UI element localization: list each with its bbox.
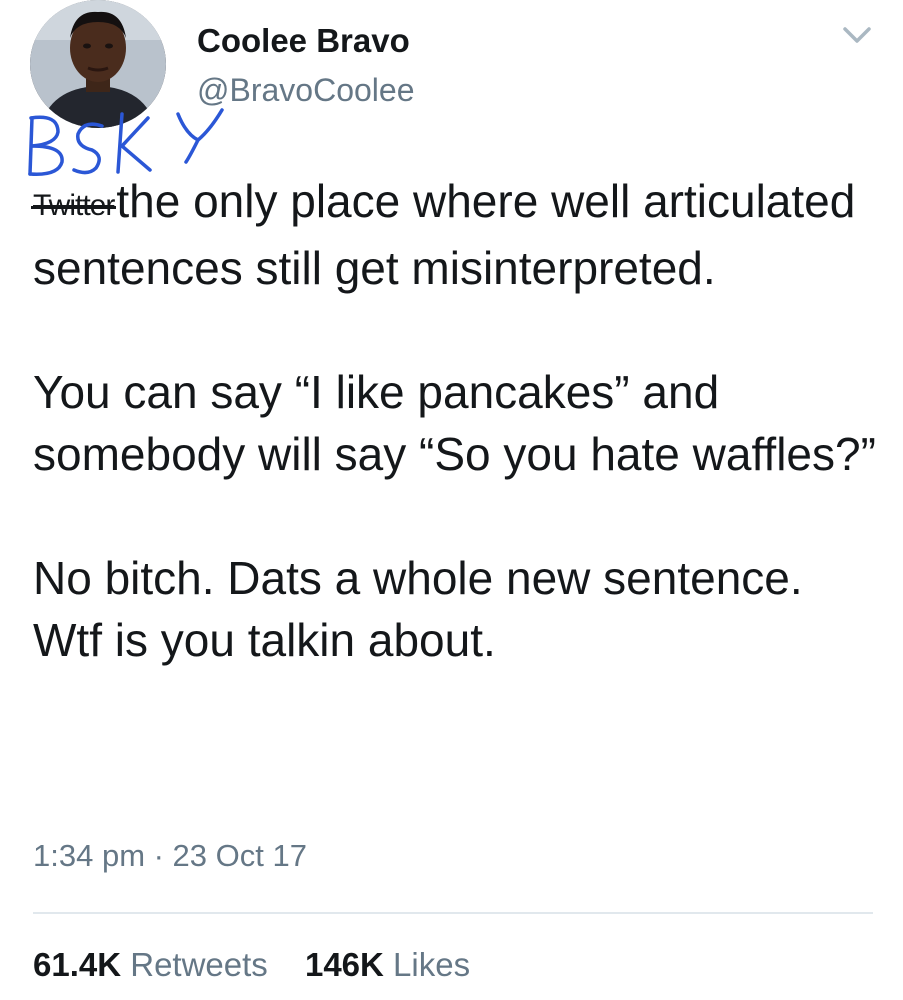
struck-out-word: Twitter xyxy=(30,175,117,237)
tweet-paragraph: Twitterthe only place where well articul… xyxy=(30,170,878,299)
tweet-paragraph: No bitch. Dats a whole new sentence. Wtf… xyxy=(33,552,803,666)
tweet-text: Twitterthe only place where well articul… xyxy=(30,170,878,671)
divider xyxy=(33,912,873,914)
tweet-paragraph-text: the only place where well articulated se… xyxy=(33,175,856,294)
retweets-stat[interactable]: 61.4K Retweets xyxy=(33,946,268,984)
chevron-down-icon[interactable] xyxy=(842,24,872,46)
display-name[interactable]: Coolee Bravo xyxy=(197,22,410,60)
tweet-stats: 61.4K Retweets 146K Likes xyxy=(33,946,498,984)
likes-stat[interactable]: 146K Likes xyxy=(305,946,470,984)
retweets-count: 61.4K xyxy=(33,946,122,983)
likes-count: 146K xyxy=(304,946,384,983)
tweet-timestamp[interactable]: 1:34 pm · 23 Oct 17 xyxy=(33,838,307,874)
retweets-label: Retweets xyxy=(130,946,268,983)
tweet-detail: Coolee Bravo @BravoCoolee Twitterthe onl… xyxy=(0,0,903,1000)
likes-label: Likes xyxy=(393,946,471,983)
tweet-paragraph: You can say “I like pancakes” and somebo… xyxy=(33,366,876,480)
user-handle[interactable]: @BravoCoolee xyxy=(197,72,414,109)
